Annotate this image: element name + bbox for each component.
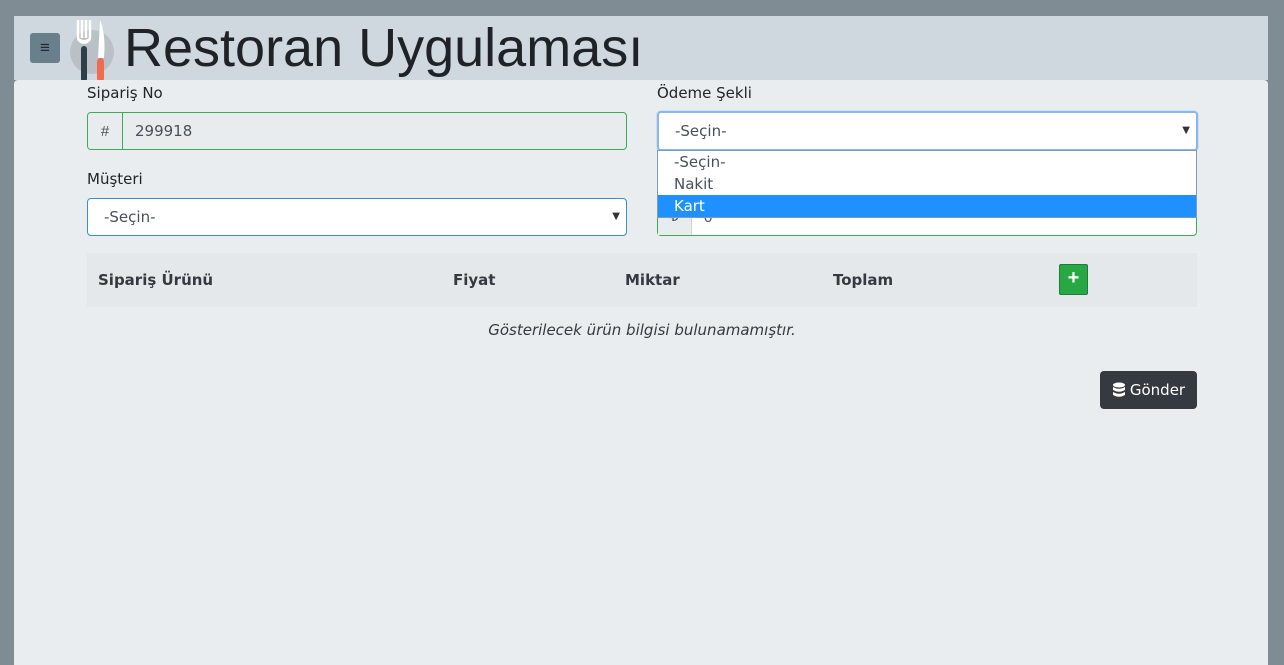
order-no-field[interactable]: # 299918 — [87, 112, 627, 150]
payment-option-nakit[interactable]: Nakit — [658, 173, 1196, 195]
order-no-prefix: # — [88, 113, 123, 149]
payment-option-kart[interactable]: Kart — [658, 195, 1196, 217]
column-header-price: Fiyat — [453, 271, 496, 289]
customer-select-value: -Seçin- — [104, 208, 156, 226]
payment-dropdown: -Seçin- Nakit Kart — [657, 150, 1197, 218]
payment-select[interactable]: -Seçin- ▼ — [657, 111, 1198, 151]
customer-select[interactable]: -Seçin- ▼ — [87, 198, 627, 236]
payment-label: Ödeme Şekli — [657, 84, 752, 102]
order-items-table-header: Sipariş Ürünü Fiyat Miktar Toplam + — [87, 253, 1197, 307]
database-icon — [1112, 382, 1125, 397]
submit-button[interactable]: Gönder — [1100, 371, 1197, 409]
hamburger-menu-icon[interactable]: ≡ — [30, 33, 60, 63]
app-title: Restoran Uygulaması — [124, 18, 644, 78]
order-form-panel: Sipariş No # 299918 Müşteri -Seçin- ▼ Öd… — [14, 80, 1268, 665]
column-header-product: Sipariş Ürünü — [98, 271, 214, 289]
payment-select-value: -Seçin- — [675, 122, 727, 140]
submit-button-label: Gönder — [1129, 381, 1186, 399]
fork-knife-icon — [68, 18, 116, 82]
column-header-total: Toplam — [833, 271, 894, 289]
order-no-value[interactable]: 299918 — [123, 113, 626, 149]
plus-icon: + — [1067, 267, 1080, 289]
empty-table-message: Gösterilecek ürün bilgisi bulunamamıştır… — [488, 321, 796, 339]
add-item-button[interactable]: + — [1059, 264, 1088, 295]
customer-label: Müşteri — [87, 170, 143, 188]
chevron-down-icon: ▼ — [612, 211, 620, 222]
payment-option-secin[interactable]: -Seçin- — [658, 151, 1196, 173]
chevron-down-icon: ▼ — [1182, 125, 1190, 136]
column-header-quantity: Miktar — [625, 271, 680, 289]
app-header: ≡ Restoran Uygulaması — [14, 16, 1268, 82]
order-no-label: Sipariş No — [87, 84, 163, 102]
